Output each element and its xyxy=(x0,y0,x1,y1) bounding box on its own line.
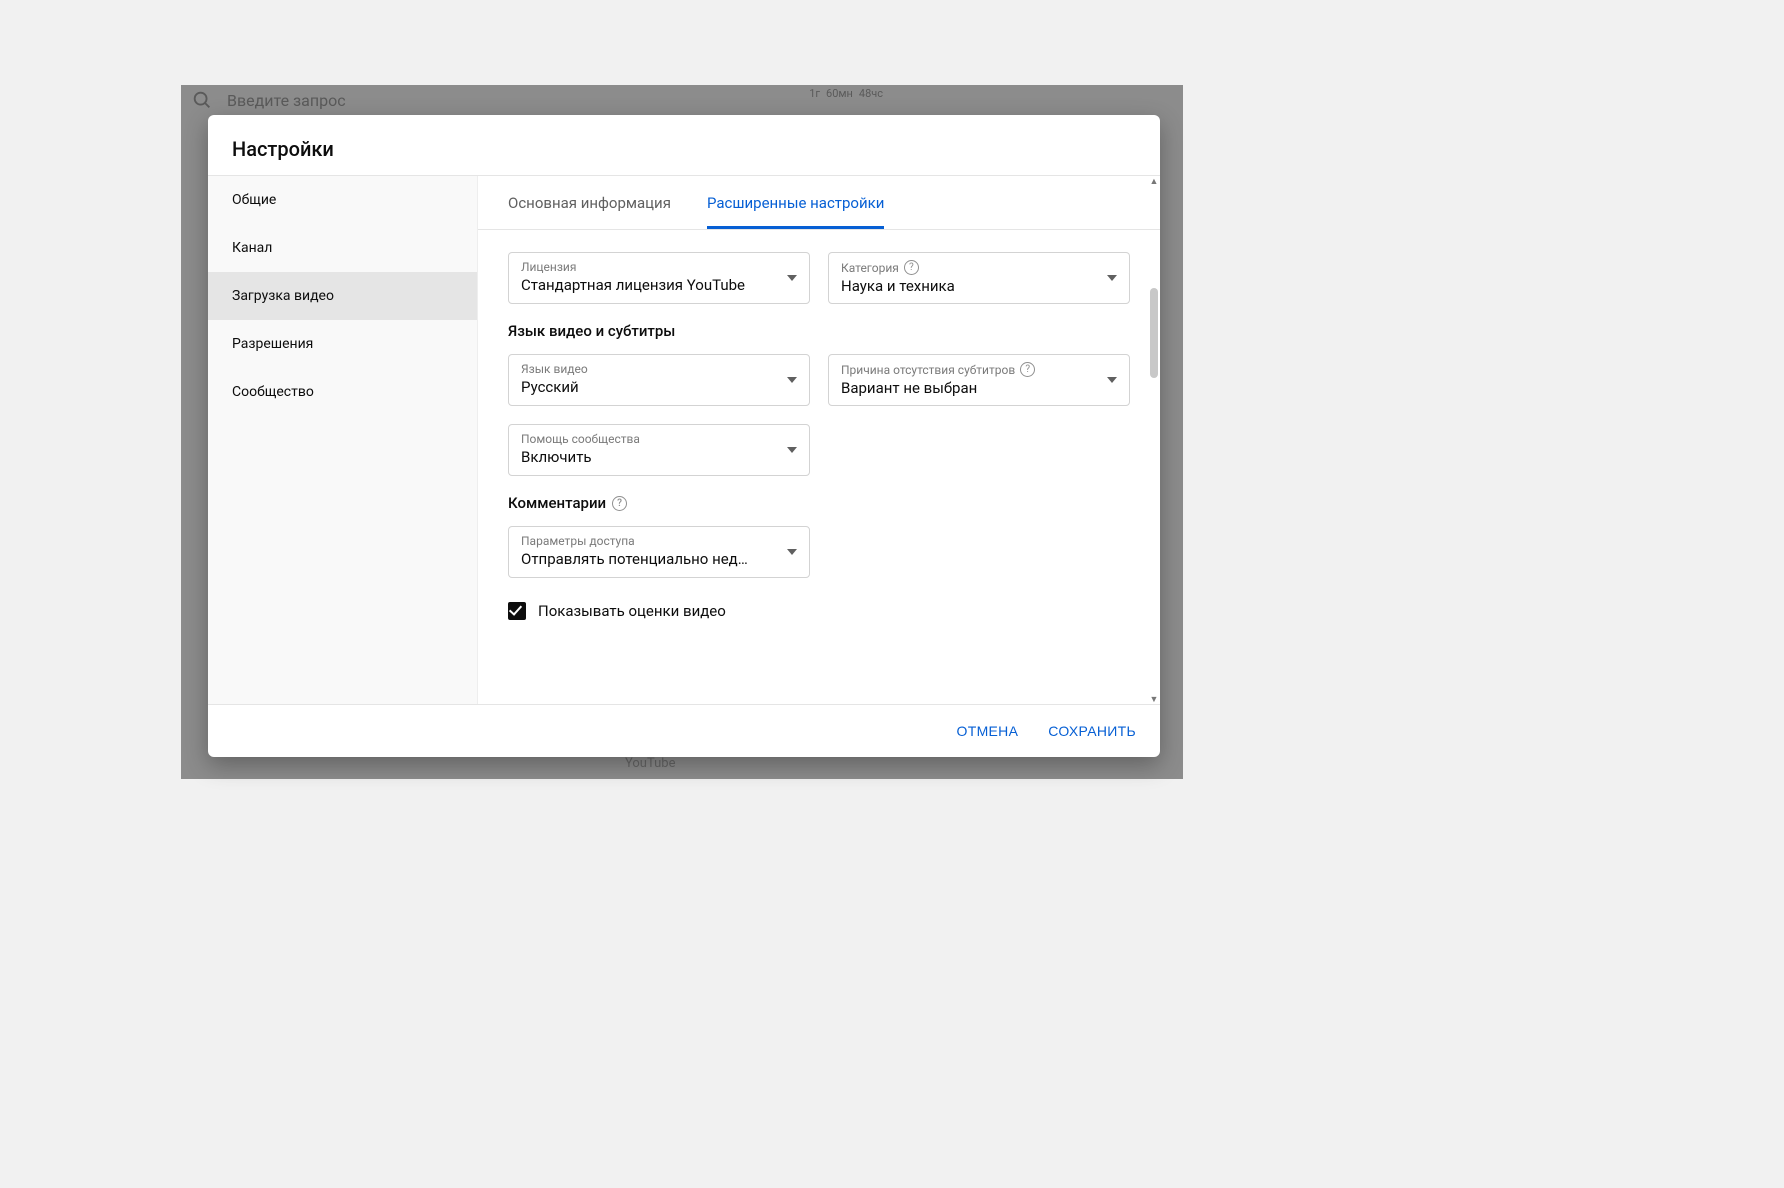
community-help-select[interactable]: Помощь сообщества Включить xyxy=(508,424,810,476)
bg-search-text: Введите запрос xyxy=(227,91,346,110)
comment-access-value: Отправлять потенциально нед… xyxy=(521,550,797,568)
content-scrollbar[interactable]: ▲ ▼ xyxy=(1150,178,1158,702)
chevron-down-icon xyxy=(787,549,797,555)
bg-top-stats: 1г 60мн 48чс xyxy=(809,87,883,100)
save-button[interactable]: СОХРАНИТЬ xyxy=(1044,715,1140,747)
category-value: Наука и техника xyxy=(841,277,1117,295)
community-help-value: Включить xyxy=(521,448,797,466)
caption-reason-select[interactable]: Причина отсутствия субтитров? Вариант не… xyxy=(828,354,1130,406)
video-language-select[interactable]: Язык видео Русский xyxy=(508,354,810,406)
chevron-down-icon xyxy=(1107,275,1117,281)
chevron-down-icon xyxy=(787,447,797,453)
category-label: Категория xyxy=(841,261,899,275)
video-language-label: Язык видео xyxy=(521,362,797,376)
comment-access-select[interactable]: Параметры доступа Отправлять потенциальн… xyxy=(508,526,810,578)
cancel-button[interactable]: ОТМЕНА xyxy=(953,715,1023,747)
category-select[interactable]: Категория? Наука и техника xyxy=(828,252,1130,304)
bg-youtube-text: YouTube xyxy=(625,756,676,771)
caption-reason-value: Вариант не выбран xyxy=(841,379,1117,397)
scroll-up-icon[interactable]: ▲ xyxy=(1148,176,1160,186)
settings-content: Основная информация Расширенные настройк… xyxy=(478,176,1160,704)
help-icon[interactable]: ? xyxy=(904,260,919,275)
help-icon[interactable]: ? xyxy=(612,496,627,511)
chevron-down-icon xyxy=(787,377,797,383)
modal-title: Настройки xyxy=(208,115,1160,175)
license-select[interactable]: Лицензия Стандартная лицензия YouTube xyxy=(508,252,810,304)
chevron-down-icon xyxy=(787,275,797,281)
sidebar-item-channel[interactable]: Канал xyxy=(208,224,477,272)
community-help-label: Помощь сообщества xyxy=(521,432,797,446)
tab-advanced[interactable]: Расширенные настройки xyxy=(707,176,884,229)
license-value: Стандартная лицензия YouTube xyxy=(521,276,797,294)
sidebar-item-community[interactable]: Сообщество xyxy=(208,368,477,416)
caption-reason-label: Причина отсутствия субтитров xyxy=(841,363,1015,377)
comment-access-label: Параметры доступа xyxy=(521,534,797,548)
advanced-panel: Лицензия Стандартная лицензия YouTube Ка… xyxy=(478,230,1160,704)
modal-footer: ОТМЕНА СОХРАНИТЬ xyxy=(208,704,1160,757)
section-language: Язык видео и субтитры xyxy=(508,322,1130,340)
content-tabs: Основная информация Расширенные настройк… xyxy=(478,176,1160,230)
video-language-value: Русский xyxy=(521,378,797,396)
license-label: Лицензия xyxy=(521,260,797,274)
search-icon xyxy=(191,89,213,111)
show-ratings-label: Показывать оценки видео xyxy=(538,602,726,620)
chevron-down-icon xyxy=(1107,377,1117,383)
sidebar-item-upload[interactable]: Загрузка видео xyxy=(208,272,477,320)
bg-search: Введите запрос xyxy=(191,89,346,111)
sidebar-item-general[interactable]: Общие xyxy=(208,176,477,224)
settings-modal: Настройки Общие Канал Загрузка видео Раз… xyxy=(208,115,1160,757)
section-comments: Комментарии ? xyxy=(508,494,1130,512)
scroll-down-icon[interactable]: ▼ xyxy=(1148,694,1160,704)
help-icon[interactable]: ? xyxy=(1020,362,1035,377)
scrollbar-thumb[interactable] xyxy=(1150,288,1158,378)
tab-basic-info[interactable]: Основная информация xyxy=(508,176,671,229)
settings-sidebar: Общие Канал Загрузка видео Разрешения Со… xyxy=(208,176,478,704)
show-ratings-row[interactable]: Показывать оценки видео xyxy=(508,596,1130,620)
sidebar-item-permissions[interactable]: Разрешения xyxy=(208,320,477,368)
show-ratings-checkbox[interactable] xyxy=(508,602,526,620)
